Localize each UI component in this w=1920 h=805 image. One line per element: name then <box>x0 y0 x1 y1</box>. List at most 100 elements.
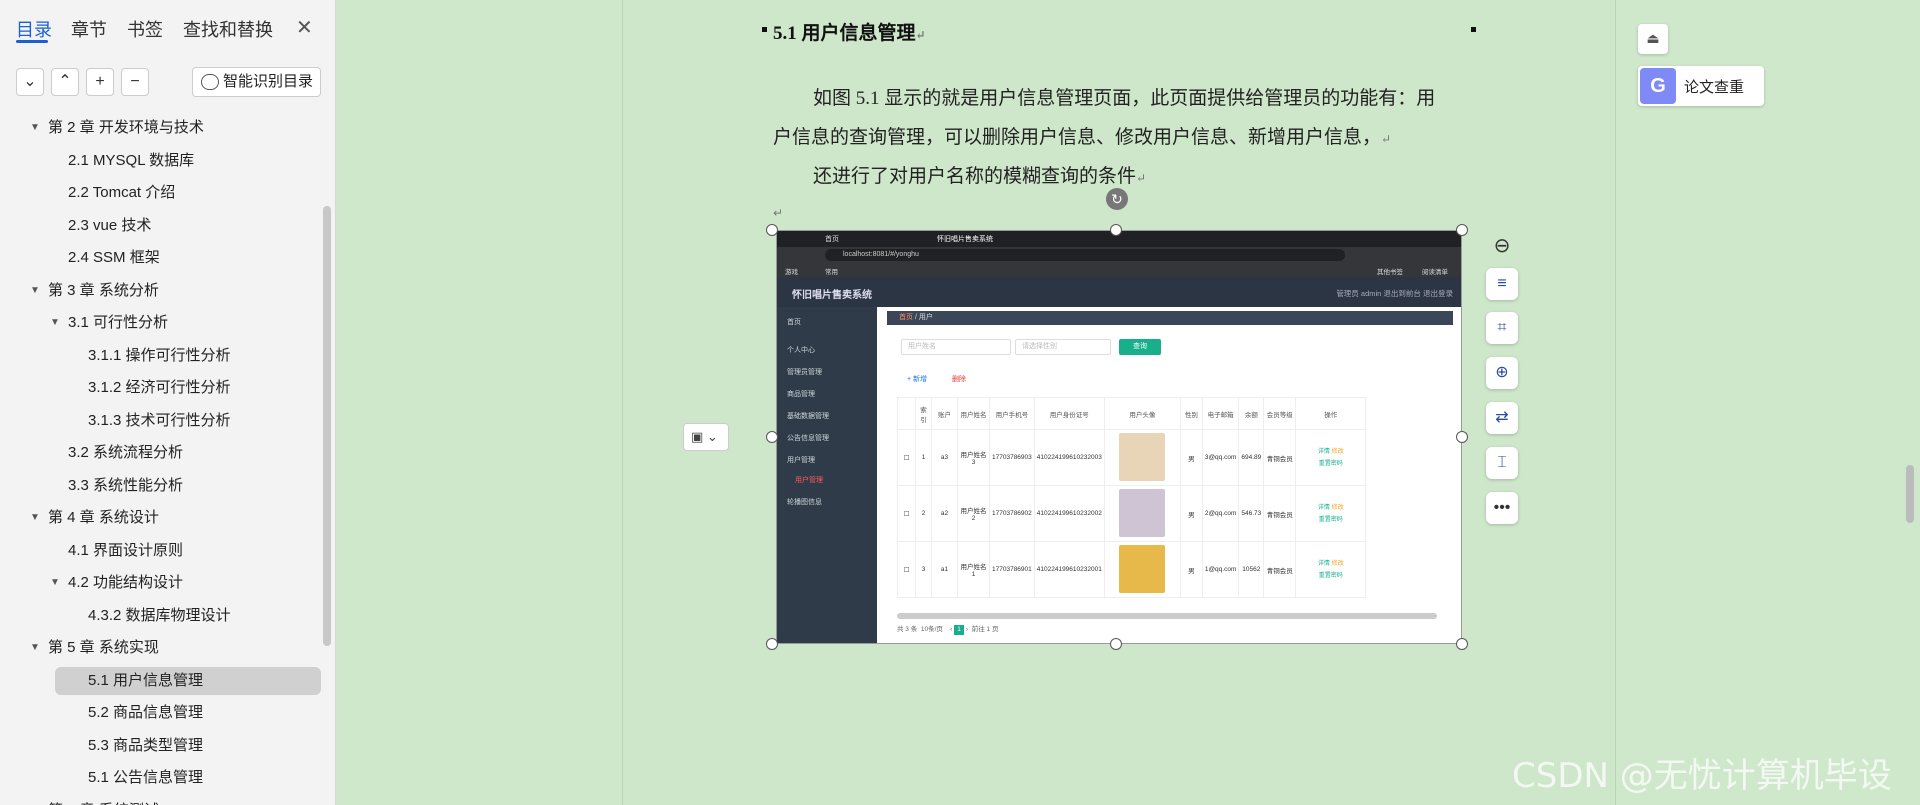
toc-item[interactable]: 5.2 商品信息管理 <box>0 697 336 730</box>
paragraph-line-2[interactable]: 户信息的查询管理，可以删除用户信息、修改用户信息、新增用户信息，↵ <box>773 122 1391 149</box>
toc-item[interactable]: 4.3.2 数据库物理设计 <box>0 600 336 633</box>
toc-item[interactable]: 5.1 用户信息管理 <box>0 665 336 698</box>
row-checkbox-icon: ☐ <box>897 485 916 542</box>
toc-item-label: 3.1.3 技术可行性分析 <box>88 411 231 429</box>
document-scrollbar[interactable] <box>1906 465 1914 523</box>
paragraph-line-3[interactable]: 还进行了对用户名称的模糊查询的条件↵ <box>813 161 1146 188</box>
toc-item[interactable]: ▼ 第 5 章 系统实现 <box>0 632 336 665</box>
toc-item-label: 2.4 SSM 框架 <box>68 249 160 266</box>
toc-item-label: 5.1 用户信息管理 <box>88 671 204 689</box>
row-reset-password: 重置密码 <box>1318 460 1343 467</box>
crop-icon[interactable]: ⌗ <box>1486 312 1518 344</box>
toc-item[interactable]: 2.4 SSM 框架 <box>0 242 336 275</box>
toc-item-label: 5.1 公告信息管理 <box>88 769 204 786</box>
app-table-cell: 546.73 <box>1238 485 1265 542</box>
remove-heading-button[interactable]: − <box>121 68 149 96</box>
toc-item[interactable]: ▼ 第 3 章 系统分析 <box>0 275 336 308</box>
app-table-cell: 694.89 <box>1238 429 1265 486</box>
resize-handle-tc[interactable] <box>1110 224 1122 236</box>
more-icon[interactable]: ••• <box>1486 492 1518 524</box>
toc-item[interactable]: 4.1 界面设计原则 <box>0 535 336 568</box>
rotate-icon[interactable]: ↻ <box>1106 188 1128 210</box>
expand-arrow-icon[interactable]: ▼ <box>30 112 40 144</box>
toc-item[interactable]: 2.3 vue 技术 <box>0 210 336 243</box>
tab-bookmarks[interactable]: 书签 <box>127 16 163 42</box>
tab-find-replace[interactable]: 查找和替换 <box>183 16 273 42</box>
add-heading-button[interactable]: + <box>86 68 114 96</box>
app-table-header: 用户身份证号 <box>1033 397 1105 430</box>
toc-item-label: 3.3 系统性能分析 <box>68 476 184 494</box>
app-table-cell: 3 <box>915 541 932 598</box>
toc-item[interactable]: 2.1 MYSQL 数据库 <box>0 145 336 178</box>
plagiarism-check-button[interactable]: G 论文查重 <box>1638 66 1764 106</box>
toc-item[interactable]: ▼ 3.1 可行性分析 <box>0 307 336 340</box>
expand-arrow-icon[interactable]: ▼ <box>30 275 40 307</box>
app-table-cell: 10562 <box>1238 541 1265 598</box>
app-menu-item: 商品管理 <box>787 391 815 398</box>
toc-item[interactable]: 3.1.1 操作可行性分析 <box>0 340 336 373</box>
browser-url: localhost:8081/#/yonghu <box>825 249 1345 261</box>
row-checkbox-icon: ☐ <box>897 429 916 486</box>
app-table-cell: 1 <box>915 429 932 486</box>
page-marker <box>1471 27 1476 32</box>
resize-handle-tr[interactable] <box>1456 224 1468 236</box>
browser-tab-home: 首页 <box>825 236 839 243</box>
toc-item[interactable]: 5.1 公告信息管理 <box>0 762 336 795</box>
row-reset-password: 重置密码 <box>1318 572 1343 579</box>
resize-handle-ml[interactable] <box>766 431 778 443</box>
expand-arrow-icon[interactable]: ▼ <box>50 567 60 599</box>
image-layout-button[interactable]: ▣ ⌄ <box>683 423 729 451</box>
embedded-screenshot[interactable]: 首页 怀旧唱片售卖系统 localhost:8081/#/yonghu 游戏 常… <box>776 230 1462 644</box>
zoom-in-icon[interactable]: ⊕ <box>1486 357 1518 389</box>
resize-handle-bc[interactable] <box>1110 638 1122 650</box>
resize-handle-tl[interactable] <box>766 224 778 236</box>
toc-item[interactable]: 3.1.3 技术可行性分析 <box>0 405 336 438</box>
expand-arrow-icon[interactable]: ▼ <box>30 632 40 664</box>
expand-arrow-icon[interactable]: ▼ <box>30 795 40 805</box>
tab-toc[interactable]: 目录 <box>16 16 52 42</box>
app-menu-item: 首页 <box>787 319 801 326</box>
text-wrap-icon[interactable]: ≡ <box>1486 268 1518 300</box>
extract-text-icon[interactable]: ⌶ <box>1486 447 1518 479</box>
resize-handle-mr[interactable] <box>1456 431 1468 443</box>
tab-chapters[interactable]: 章节 <box>71 16 107 42</box>
paragraph-line-1[interactable]: 如图 5.1 显示的就是用户信息管理页面，此页面提供给管理员的功能有：用 <box>813 83 1435 110</box>
browser-tab-app: 怀旧唱片售卖系统 <box>937 236 993 243</box>
app-table-cell: 410224199610232002 <box>1033 485 1105 542</box>
app-menu-item: 公告信息管理 <box>787 435 829 442</box>
collapse-down-button[interactable]: ⌄ <box>16 68 44 96</box>
toc-item[interactable]: 3.2 系统流程分析 <box>0 437 336 470</box>
plagiarism-check-label: 论文查重 <box>1684 79 1745 96</box>
app-table-row: ☐ 1 a3 用户姓名3 17703786903 410224199610232003 男 3… <box>897 429 1367 486</box>
toc-item[interactable]: 2.2 Tomcat 介绍 <box>0 177 336 210</box>
expand-arrow-icon[interactable]: ▼ <box>50 307 60 339</box>
resize-handle-bl[interactable] <box>766 638 778 650</box>
bookmark-2: 常用 <box>825 269 838 276</box>
bookmark-4: 阅读清单 <box>1422 269 1448 276</box>
toc-item[interactable]: 3.1.2 经济可行性分析 <box>0 372 336 405</box>
toc-item[interactable]: ▼ 第 2 章 开发环境与技术 <box>0 112 336 145</box>
app-table-header: 操作 <box>1295 397 1367 430</box>
toc-item[interactable]: ▼ 第 4 章 系统设计 <box>0 502 336 535</box>
toc-item[interactable]: 3.3 系统性能分析 <box>0 470 336 503</box>
sidebar-scrollbar[interactable] <box>323 206 331 646</box>
toc-item[interactable]: ▼ 4.2 功能结构设计 <box>0 567 336 600</box>
smart-toc-button[interactable]: 智能识别目录 <box>192 67 321 97</box>
toc-item-label: 第 5 章 系统实现 <box>48 639 159 656</box>
app-menu-item: 个人中心 <box>787 347 815 354</box>
replace-image-icon[interactable]: ⇄ <box>1486 402 1518 434</box>
smart-toc-label: 智能识别目录 <box>223 73 314 90</box>
toc-item-label: 4.3.2 数据库物理设计 <box>88 606 231 624</box>
expand-arrow-icon[interactable]: ▼ <box>30 502 40 534</box>
toc-item[interactable]: ▼ 第 6 章 系统测试 <box>0 795 336 805</box>
section-heading[interactable]: 5.1 用户信息管理↵ <box>773 18 926 45</box>
close-icon[interactable]: ✕ <box>296 15 313 40</box>
row-edit: 修改 <box>1331 504 1344 511</box>
toc-item[interactable]: 5.3 商品类型管理 <box>0 730 336 763</box>
collapse-up-button[interactable]: ⌃ <box>51 68 79 96</box>
toc-sidebar: 目录 章节 书签 查找和替换 ✕ ⌄ ⌃ + − 智能识别目录 ▼ 第 2 章 开… <box>0 0 336 805</box>
zoom-out-icon[interactable]: ⊖ <box>1488 232 1516 260</box>
collapse-panel-icon[interactable]: ⏏ <box>1638 24 1668 54</box>
resize-handle-br[interactable] <box>1456 638 1468 650</box>
app-table-cell: 用户姓名2 <box>957 485 990 542</box>
